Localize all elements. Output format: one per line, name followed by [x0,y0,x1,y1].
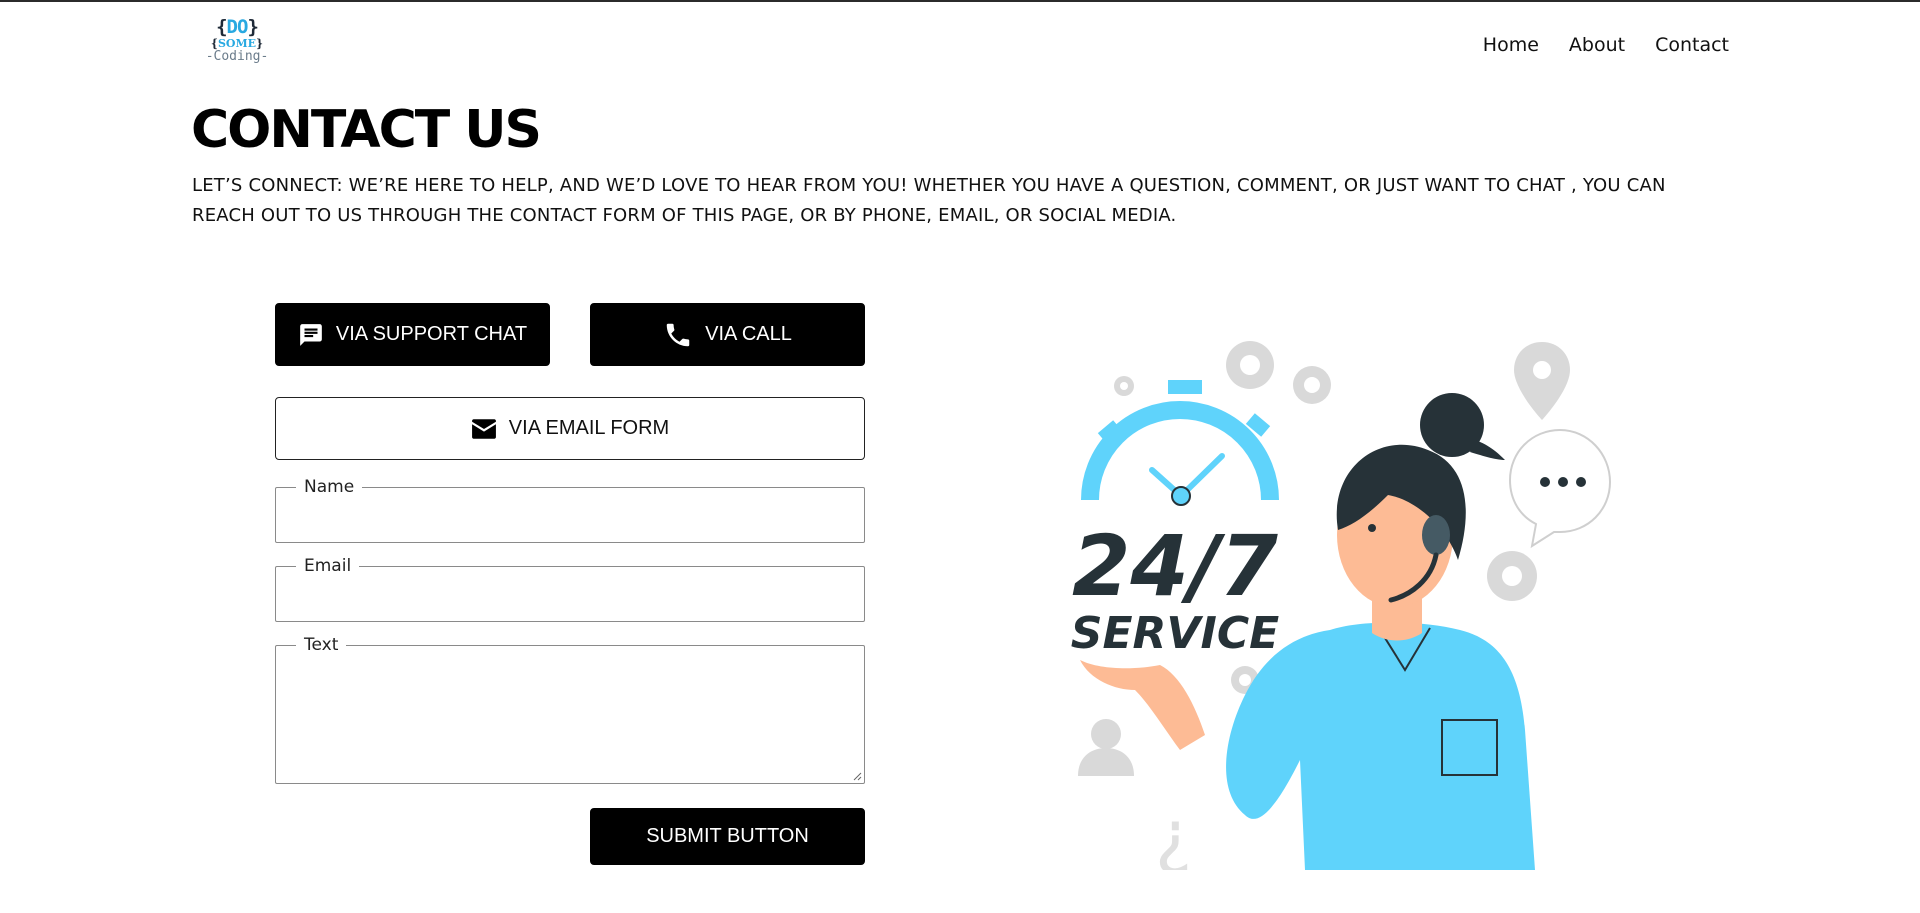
location-pin-icon [1514,342,1570,420]
email-input[interactable] [288,580,852,610]
nav-contact-link[interactable]: Contact [1655,34,1729,56]
illustration-headline: 24/7 [1072,517,1279,615]
chat-bubble-icon [300,323,322,346]
nav-home-link[interactable]: Home [1483,34,1539,56]
email-fieldset: Email [275,556,865,622]
stopwatch-icon [1081,380,1279,506]
support-agent-illustration: 24/7 SERVICE ¿ [1071,341,1612,870]
envelope-icon [471,418,496,439]
site-logo[interactable]: {DO} {SOME} -Coding- [204,18,270,74]
call-button[interactable]: VIA CALL [590,303,865,366]
speech-bubble-icon [1508,428,1612,549]
gear-icon [1487,551,1537,601]
nav-about-link[interactable]: About [1569,34,1625,56]
submit-label: SUBMIT BUTTON [646,825,809,847]
email-form-button[interactable]: VIA EMAIL FORM [275,397,865,460]
gear-icon [1293,366,1331,404]
text-fieldset: Text [275,635,865,784]
call-label: VIA CALL [705,323,792,345]
intro-text: LET’S CONNECT: WE’RE HERE TO HELP, AND W… [192,175,1666,226]
email-form-label: VIA EMAIL FORM [508,417,670,439]
gear-icon [1114,376,1134,396]
gear-icon [1226,341,1274,389]
name-fieldset: Name [275,477,865,543]
text-label: Text [304,635,339,655]
support-chat-button[interactable]: VIA SUPPORT CHAT [275,303,550,366]
user-icon [1078,719,1134,776]
support-chat-label: VIA SUPPORT CHAT [335,323,528,345]
question-mark-icon: ¿ [1155,795,1192,870]
main-nav: Home About Contact [1483,34,1729,56]
message-textarea[interactable] [288,659,852,771]
phone-icon [666,323,690,346]
email-label: Email [304,556,352,576]
resize-grip-icon[interactable] [852,771,862,781]
top-border [0,0,1920,2]
name-input[interactable] [288,501,852,531]
page-title: CONTACT US [191,100,542,160]
submit-button[interactable]: SUBMIT BUTTON [590,808,865,865]
illustration-subline: SERVICE [1071,608,1279,659]
name-label: Name [304,477,355,497]
